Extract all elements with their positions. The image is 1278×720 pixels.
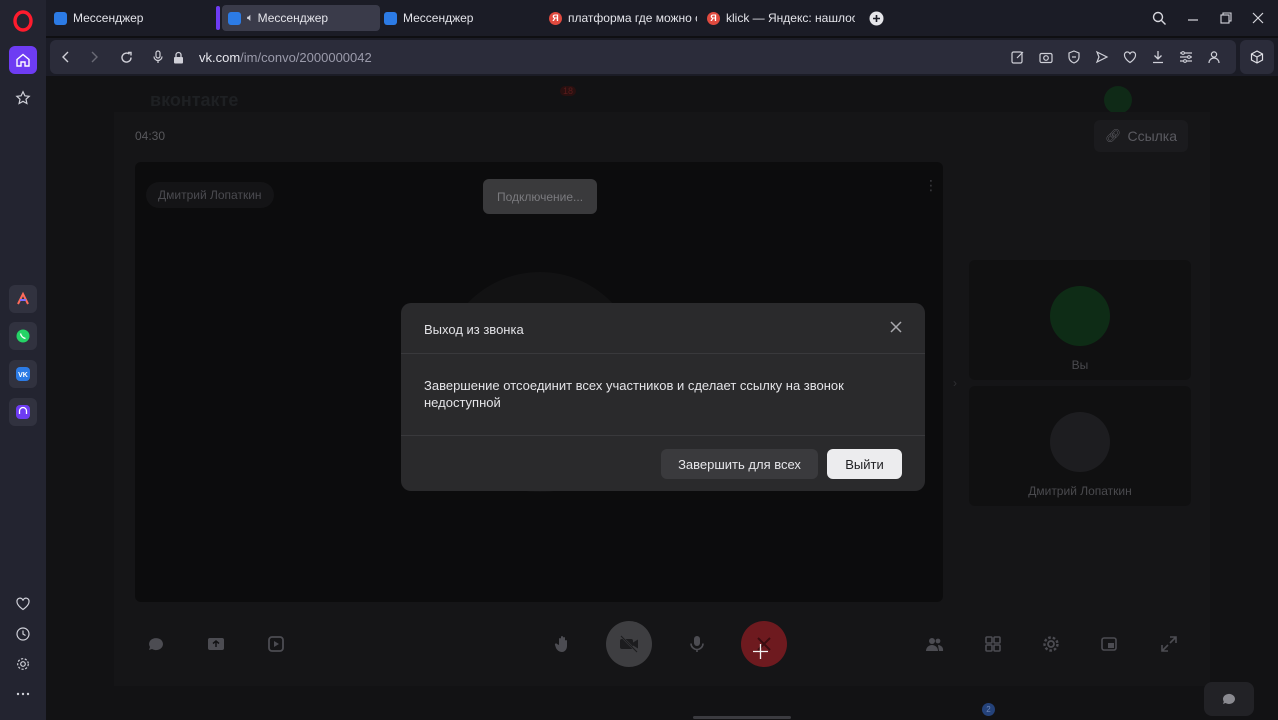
participant-name: Вы — [1071, 358, 1089, 372]
dialog-title: Выход из звонка — [424, 322, 524, 337]
extensions-cube-icon[interactable] — [1240, 40, 1274, 74]
participants-count-badge: 2 — [982, 703, 995, 716]
heart-icon[interactable] — [9, 590, 37, 618]
new-tab-plus-icon[interactable] — [867, 9, 885, 27]
download-icon[interactable] — [1151, 50, 1165, 64]
notification-badge: 18 — [560, 86, 577, 96]
leave-button[interactable]: Выйти — [827, 449, 902, 479]
restore-icon[interactable] — [1217, 9, 1235, 27]
participant-name: Дмитрий Лопаткин — [1028, 484, 1132, 498]
user-avatar[interactable] — [1104, 86, 1132, 114]
fullscreen-expand-icon[interactable] — [1157, 632, 1181, 656]
tile-menu-icon[interactable]: ⋮ — [924, 177, 938, 194]
snapshot-edit-icon[interactable] — [1011, 50, 1025, 64]
link-chain-icon: 🔗︎ — [1104, 128, 1122, 143]
svg-text:VK: VK — [18, 372, 28, 379]
more-dots-icon[interactable] — [9, 680, 37, 708]
reload-icon[interactable] — [118, 49, 134, 65]
minimize-icon[interactable] — [1184, 9, 1202, 27]
tab-bar: Мессенджер 🔈︎ Мессенджер Мессенджер Я пл… — [46, 0, 1278, 36]
profile-icon[interactable] — [1207, 50, 1221, 64]
participants-icon[interactable] — [922, 632, 946, 656]
browser-sidebar: VK — [0, 0, 46, 720]
participant-tile-self[interactable]: Вы — [969, 260, 1191, 380]
url-field[interactable]: vk.com/im/convo/2000000042 — [50, 40, 1236, 74]
easy-setup-icon[interactable] — [1179, 50, 1193, 64]
self-avatar — [1050, 286, 1110, 346]
close-icon[interactable] — [888, 321, 904, 337]
message-icon — [1222, 693, 1235, 704]
yandex-icon: Я — [549, 11, 562, 25]
vk-messenger-icon — [228, 11, 241, 25]
whatsapp-icon[interactable] — [9, 322, 37, 350]
search-tabs-icon[interactable] — [1150, 9, 1168, 27]
tab-yandex-1[interactable]: Я платформа где можно ст — [549, 5, 697, 31]
camera-icon[interactable] — [1039, 50, 1053, 64]
camera-off-button[interactable] — [606, 621, 652, 667]
vk-messenger-icon — [384, 11, 397, 25]
yandex-icon: Я — [707, 11, 720, 25]
call-settings-gear-icon[interactable] — [1039, 632, 1063, 656]
speaker-icon[interactable]: 🔈︎ — [247, 12, 254, 25]
microphone-permission-icon[interactable] — [150, 49, 166, 65]
chat-bubble-icon[interactable] — [144, 632, 168, 656]
tab-messenger-3[interactable]: Мессенджер — [384, 5, 534, 31]
opera-logo-icon[interactable] — [12, 10, 34, 32]
back-icon[interactable] — [58, 49, 74, 65]
raise-hand-icon[interactable] — [551, 632, 575, 656]
adblock-shield-icon[interactable] — [1067, 50, 1081, 64]
participant-tile-remote[interactable]: Дмитрий Лопаткин — [969, 386, 1191, 506]
notification-bell-icon[interactable]: 18 — [552, 86, 582, 104]
music-player-icon[interactable] — [9, 398, 37, 426]
mouse-cursor-icon — [753, 644, 768, 659]
divider — [401, 435, 925, 436]
divider — [401, 353, 925, 354]
connecting-status: Подключение... — [483, 179, 597, 214]
dialog-message: Завершение отсоединит всех участников и … — [424, 378, 844, 410]
vk-messenger-icon — [54, 11, 67, 25]
picture-in-picture-icon[interactable] — [1097, 632, 1121, 656]
main-participant-name: Дмитрий Лопаткин — [146, 182, 274, 208]
lock-icon[interactable] — [170, 49, 186, 65]
call-timer: 04:30 — [135, 129, 166, 143]
chat-fab-button[interactable] — [1204, 682, 1254, 716]
forward-icon[interactable] — [86, 49, 102, 65]
remote-avatar — [1050, 412, 1110, 472]
settings-gear-icon[interactable] — [9, 650, 37, 678]
history-clock-icon[interactable] — [9, 620, 37, 648]
tab-yandex-2[interactable]: Я klick — Яндекс: нашлось — [707, 5, 855, 31]
leave-call-dialog: Выход из звонка Завершение отсоединит вс… — [401, 303, 925, 491]
send-icon[interactable] — [1095, 50, 1109, 64]
url-text[interactable]: vk.com/im/convo/2000000042 — [199, 50, 372, 65]
tab-messenger-1[interactable]: Мессенджер — [54, 5, 204, 31]
effects-play-icon[interactable] — [264, 632, 288, 656]
tab-island-marker — [216, 6, 220, 30]
collapse-arrow-icon[interactable]: › — [953, 376, 957, 390]
vk-sidebar-icon[interactable]: VK — [9, 360, 37, 388]
close-window-icon[interactable] — [1249, 9, 1267, 27]
tab-messenger-active[interactable]: 🔈︎ Мессенджер — [222, 5, 380, 31]
vk-logo[interactable]: вконтакте — [150, 90, 238, 111]
call-link-button[interactable]: 🔗︎ Ссылка — [1094, 120, 1188, 152]
address-bar: vk.com/im/convo/2000000042 — [46, 38, 1278, 76]
home-icon[interactable] — [9, 46, 37, 74]
favorite-heart-icon[interactable] — [1123, 50, 1137, 64]
microphone-icon[interactable] — [685, 632, 709, 656]
grid-layout-icon[interactable] — [981, 632, 1005, 656]
aria-icon[interactable] — [9, 285, 37, 313]
end-for-all-button[interactable]: Завершить для всех — [661, 449, 818, 479]
scroll-indicator[interactable] — [693, 716, 791, 719]
camera-off-icon — [620, 635, 638, 653]
bookmarks-star-icon[interactable] — [9, 84, 37, 112]
screen-share-icon[interactable] — [204, 632, 228, 656]
